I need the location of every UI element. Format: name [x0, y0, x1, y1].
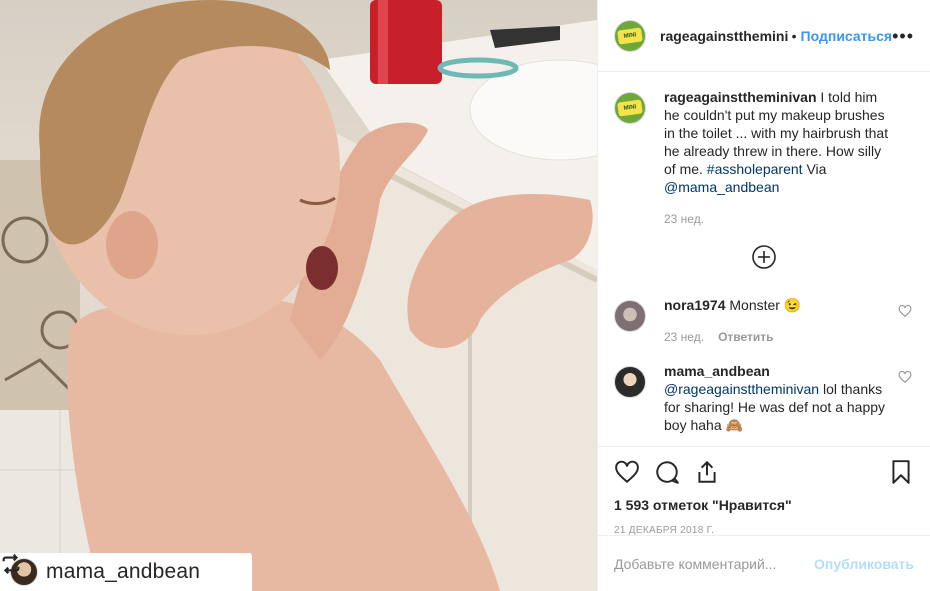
caption-avatar-logo: MINI	[617, 99, 643, 117]
bookmark-icon[interactable]	[888, 459, 914, 485]
caption-hashtag[interactable]: #assholeparent	[707, 161, 803, 177]
action-row	[614, 457, 914, 487]
commenter-avatar[interactable]	[614, 300, 646, 332]
comment-like-heart-icon[interactable]	[898, 370, 912, 384]
comment-mention[interactable]: @rageagainsttheminivan	[664, 381, 819, 397]
caption-via: Via	[806, 161, 827, 177]
publish-button[interactable]: Опубликовать	[814, 556, 914, 572]
comment-item: nora1974 Monster 😉 23 нед. Ответить	[614, 296, 914, 346]
caption-meta: 23 нед.	[664, 210, 892, 228]
post-photo[interactable]: mama_andbean	[0, 0, 597, 591]
caption-username[interactable]: rageagainsttheminivan	[664, 89, 817, 105]
post-sidebar: MINI rageagainsttheminivan • Подписаться…	[597, 0, 930, 591]
caption-time[interactable]: 23 нед.	[664, 210, 704, 228]
comment-body: nora1974 Monster 😉 23 нед. Ответить	[664, 296, 914, 346]
caption: MINI rageagainsttheminivan I told him he…	[614, 88, 914, 228]
repost-badge[interactable]: mama_andbean	[0, 553, 252, 591]
photo-illustration	[0, 0, 597, 591]
follow-button[interactable]: Подписаться	[801, 28, 893, 44]
share-icon[interactable]	[694, 459, 720, 485]
load-more	[614, 244, 914, 270]
author-avatar[interactable]: MINI	[614, 19, 646, 52]
commenter-avatar[interactable]	[614, 366, 646, 398]
comment-bubble-icon[interactable]	[654, 459, 680, 485]
post-header: MINI rageagainsttheminivan • Подписаться…	[598, 0, 930, 72]
caption-avatar[interactable]: MINI	[614, 92, 646, 124]
comment-body: mama_andbean @rageagainsttheminivan lol …	[664, 362, 914, 434]
comment-meta: 23 нед. Ответить	[664, 328, 892, 346]
caption-body: rageagainsttheminivan I told him he coul…	[664, 88, 914, 228]
add-comment-bar: Опубликовать	[598, 535, 930, 591]
comment-username[interactable]: nora1974	[664, 297, 725, 313]
load-more-comments-icon[interactable]	[751, 244, 777, 270]
reply-button[interactable]: Ответить	[718, 328, 773, 346]
comment-like-heart-icon[interactable]	[898, 304, 912, 318]
caption-mention[interactable]: @mama_andbean	[664, 179, 779, 195]
repost-username: mama_andbean	[46, 560, 201, 583]
likes-count[interactable]: 1 593 отметок "Нравится"	[614, 497, 914, 513]
like-heart-icon[interactable]	[614, 459, 640, 485]
post-modal: mama_andbean MINI rageagainsttheminivan …	[0, 0, 930, 591]
author-username[interactable]: rageagainsttheminivan	[660, 28, 788, 44]
comments-list[interactable]: MINI rageagainsttheminivan I told him he…	[598, 72, 930, 446]
comment-time[interactable]: 23 нед.	[664, 328, 704, 346]
header-separator: •	[791, 27, 797, 44]
comment-text: Monster 😉	[729, 297, 802, 313]
repost-icon	[2, 554, 20, 574]
more-options-button[interactable]: •••	[892, 27, 914, 45]
comment-input[interactable]	[614, 555, 815, 572]
comment-item: mama_andbean @rageagainsttheminivan lol …	[614, 362, 914, 434]
author-avatar-logo: MINI	[617, 26, 643, 45]
comment-username[interactable]: mama_andbean	[664, 363, 770, 379]
